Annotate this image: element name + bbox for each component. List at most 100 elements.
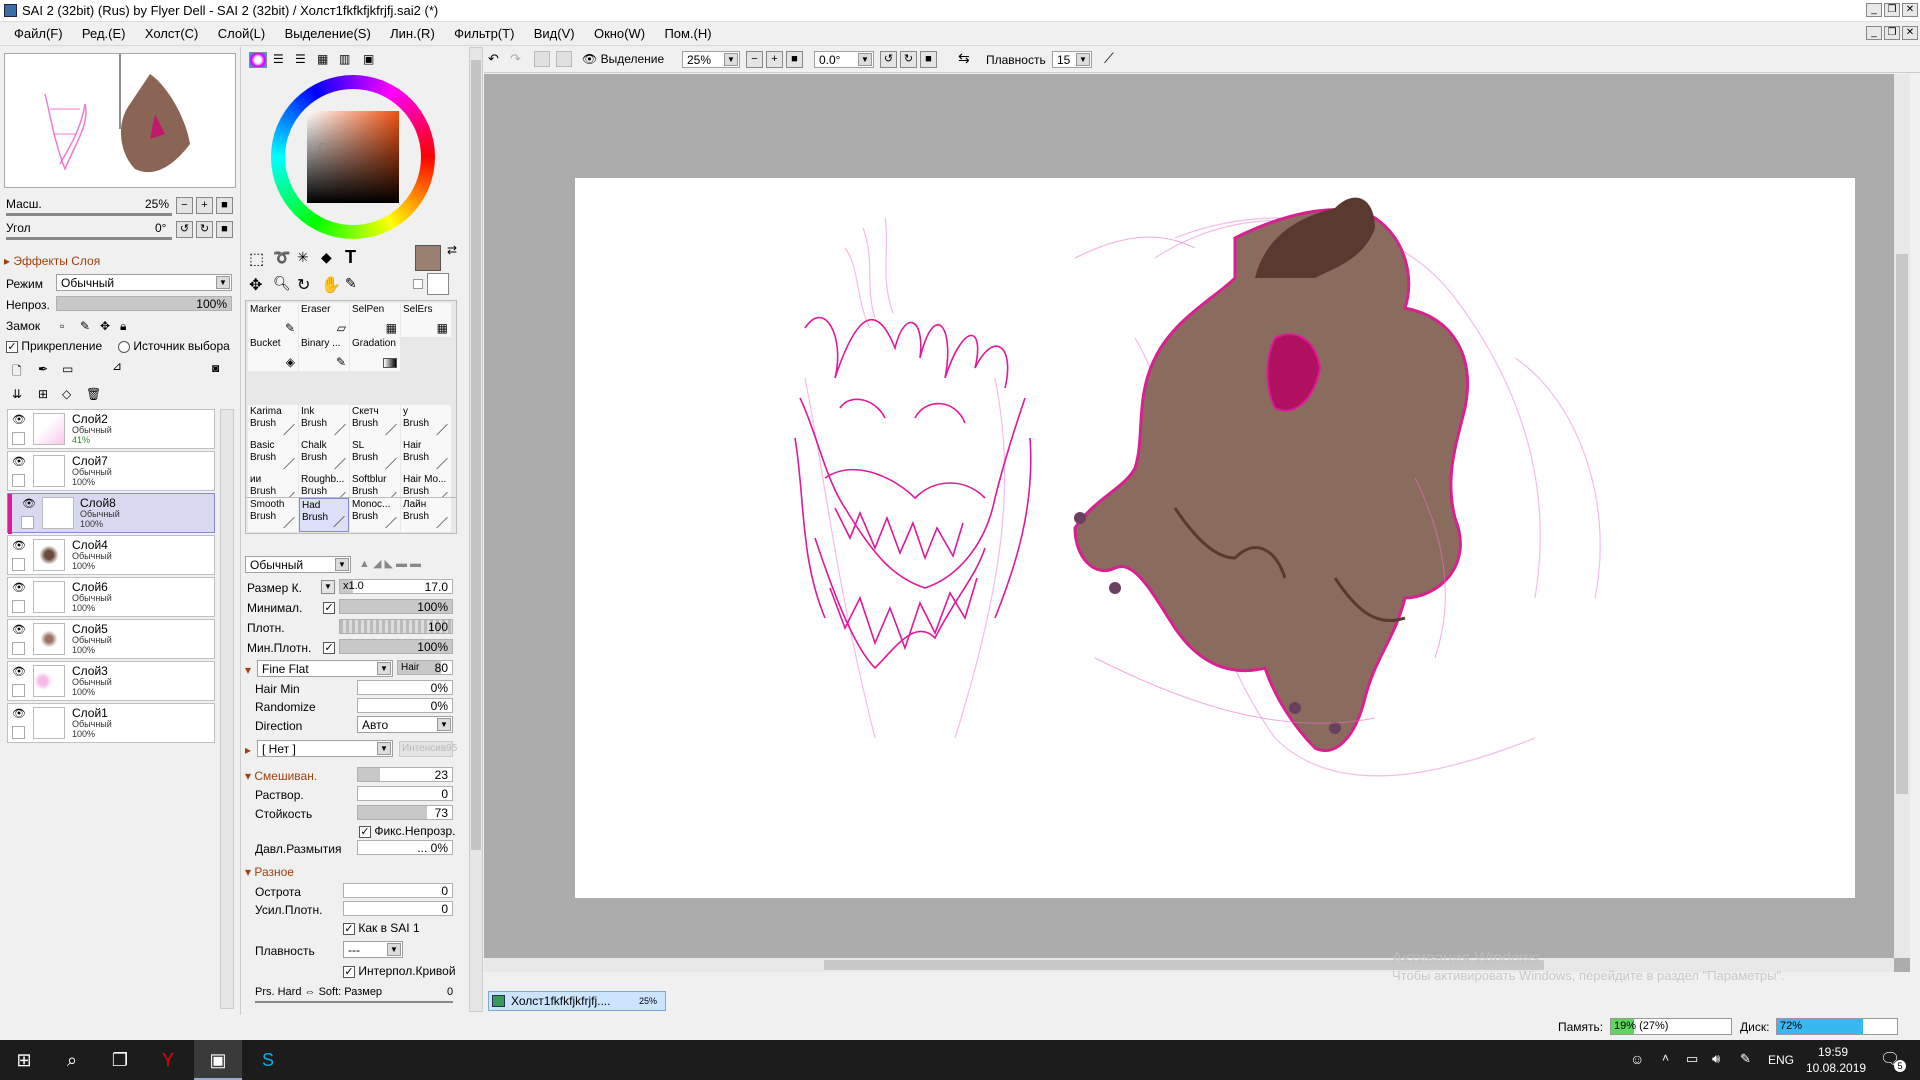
tool-panel-scrollbar[interactable]: [469, 47, 483, 1012]
menu-ruler[interactable]: Лин.(R): [382, 22, 443, 41]
dilution-slider[interactable]: 0: [357, 786, 453, 801]
brush-slot[interactable]: Ink Brush ／: [299, 405, 349, 439]
blur-pressure-slider[interactable]: ... 0%: [357, 840, 453, 855]
transparent-color-icon[interactable]: [413, 279, 423, 289]
menu-edit[interactable]: Ред.(E): [74, 22, 134, 41]
tool-slot[interactable]: Gradation: [350, 337, 400, 371]
brush-slot[interactable]: Hair Brush ／: [401, 439, 451, 473]
doc-close-icon[interactable]: ✕: [1902, 26, 1918, 40]
brush-slot-selected[interactable]: Had Brush ／: [299, 498, 349, 532]
smoothing-select[interactable]: 15 ▼: [1052, 51, 1092, 68]
persistence-slider[interactable]: 73: [357, 805, 453, 820]
blend-mode-select[interactable]: Обычный ▼: [56, 274, 232, 291]
brush-slot[interactable]: Softblur Brush ／: [350, 473, 400, 497]
pen-icon[interactable]: ✎: [1740, 1051, 1751, 1067]
fix-opacity-checkbox[interactable]: ✓ Фикс.Непрозр.: [359, 824, 455, 838]
move-tool-icon[interactable]: ✥: [249, 275, 262, 295]
lock-pen-icon[interactable]: ✎: [80, 319, 90, 333]
deselect-icon[interactable]: [534, 51, 550, 67]
zoom-out-button[interactable]: −: [746, 51, 763, 68]
blend-slider[interactable]: 23: [357, 767, 453, 782]
size-dropdown-button[interactable]: ▼: [321, 580, 335, 594]
tool-slot[interactable]: SelPen ▦: [350, 303, 400, 337]
min-size-slider[interactable]: 100%: [339, 599, 453, 614]
texture-select[interactable]: [ Нет ] ▼: [257, 740, 393, 757]
tool-slot[interactable]: Binary ... ✎: [299, 337, 349, 371]
brush-slot[interactable]: Smooth Brush ／: [248, 498, 298, 532]
scratchpad-mode-icon[interactable]: ▣: [363, 52, 374, 66]
eye-icon[interactable]: 👁︎: [11, 623, 27, 637]
eye-icon[interactable]: 👁︎: [11, 581, 27, 595]
color-wheel-mode-icon[interactable]: [249, 52, 267, 68]
brush-tip-shapes[interactable]: ▲ ◢ ◣ ▬ ▬: [359, 557, 421, 570]
rotate-reset-button[interactable]: ■: [216, 221, 233, 238]
lock-all-icon[interactable]: 🔒︎: [120, 319, 126, 334]
angle-select[interactable]: 0.0° ▼: [814, 51, 874, 68]
tray-chevron-icon[interactable]: ˄: [1662, 1051, 1669, 1065]
pressure-slider[interactable]: [255, 1001, 453, 1003]
main-color-swatch[interactable]: [415, 245, 441, 271]
brush-slot[interactable]: Monoc... Brush ／: [350, 498, 400, 532]
swap-colors-icon[interactable]: ⇄: [447, 243, 457, 257]
layer-opacity-slider[interactable]: 100%: [56, 296, 232, 311]
lock-move-icon[interactable]: ✥: [100, 319, 110, 333]
rotate-reset-button[interactable]: ■: [920, 51, 937, 68]
hair-min-slider[interactable]: 0%: [357, 680, 453, 695]
language-indicator[interactable]: ENG: [1768, 1053, 1794, 1067]
shape-section-toggle[interactable]: ▾: [245, 663, 251, 677]
task-view-icon[interactable]: ❐: [96, 1040, 144, 1080]
people-icon[interactable]: ☺: [1630, 1051, 1644, 1067]
brush-blend-select[interactable]: Обычный ▼: [245, 556, 351, 573]
brush-size-slider[interactable]: x1.0 17.0: [339, 579, 453, 594]
clock-date[interactable]: 10.08.2019: [1806, 1061, 1866, 1075]
palette-mode-icon[interactable]: ▦: [317, 52, 328, 66]
rotate-left-button[interactable]: ↺: [880, 51, 897, 68]
direction-select[interactable]: Авто ▼: [357, 716, 453, 733]
close-icon[interactable]: ✕: [1902, 3, 1918, 17]
brush-slot[interactable]: Лайн Brush ／: [401, 498, 451, 532]
swatches-mode-icon[interactable]: ▥: [339, 52, 350, 66]
randomize-slider[interactable]: 0%: [357, 698, 453, 713]
brush-slot[interactable]: SL Brush ／: [350, 439, 400, 473]
rotate-right-button[interactable]: ↻: [196, 221, 213, 238]
layer-list-scrollbar[interactable]: [220, 409, 234, 1009]
layer-item[interactable]: 👁︎ Слой6 Обычный 100%: [7, 577, 215, 617]
scale-slider[interactable]: [6, 213, 172, 216]
selection-toggle[interactable]: 👁︎ Выделение: [582, 52, 664, 66]
delete-layer-icon[interactable]: 🗑︎: [86, 387, 101, 401]
tool-slot[interactable]: Eraser ▱: [299, 303, 349, 337]
volume-icon[interactable]: 🔊︎: [1712, 1051, 1720, 1067]
windows-start-icon[interactable]: ⊞: [0, 1040, 48, 1080]
new-layer-icon[interactable]: 🗋︎: [12, 362, 22, 383]
blend-section-toggle[interactable]: ▾ Смешиван.: [245, 769, 317, 783]
flip-horizontal-icon[interactable]: ⇆: [958, 50, 970, 67]
misc-section-toggle[interactable]: ▾ Разное: [245, 865, 294, 879]
zoom-fit-button[interactable]: ■: [786, 51, 803, 68]
merge-down-icon[interactable]: ⇊: [12, 387, 22, 401]
eye-icon[interactable]: 👁︎: [11, 539, 27, 553]
sai1-checkbox[interactable]: ✓ Как в SAI 1: [343, 921, 420, 935]
magic-wand-icon[interactable]: ✳: [297, 249, 309, 266]
brush-slot[interactable]: у Brush ／: [401, 405, 451, 439]
menu-help[interactable]: Пом.(H): [656, 22, 719, 41]
new-folder-icon[interactable]: ▭: [62, 362, 73, 376]
lasso-icon[interactable]: ➰: [273, 249, 290, 266]
layer-item[interactable]: 👁︎ Слой7 Обычный 100%: [7, 451, 215, 491]
undo-icon[interactable]: ↶: [488, 51, 499, 67]
brush-slot[interactable]: Basic Brush ／: [248, 439, 298, 473]
layer-item[interactable]: 👁︎ Слой4 Обычный 100%: [7, 535, 215, 575]
new-vector-layer-icon[interactable]: ✒: [38, 362, 48, 376]
clipping-checkbox[interactable]: ✓ Прикрепление: [6, 339, 102, 353]
min-density-slider[interactable]: 100%: [339, 639, 453, 654]
layer-item[interactable]: 👁︎ Слой2 Обычный 41%: [7, 409, 215, 449]
rotate-tool-icon[interactable]: ↻: [297, 275, 310, 295]
layer-item[interactable]: 👁︎ Слой5 Обычный 100%: [7, 619, 215, 659]
zoom-in-button[interactable]: +: [766, 51, 783, 68]
invert-selection-icon[interactable]: [556, 51, 572, 67]
interp-checkbox[interactable]: ✓ Интерпол.Кривой: [343, 964, 456, 978]
layer-item[interactable]: 👁︎ Слой1 Обычный 100%: [7, 703, 215, 743]
brush-slot[interactable]: Скетч Brush ／: [350, 405, 400, 439]
skype-icon[interactable]: S: [244, 1040, 292, 1080]
mask-icon[interactable]: ◙: [212, 361, 219, 375]
pen-pressure-icon[interactable]: ⟋: [1104, 50, 1114, 67]
